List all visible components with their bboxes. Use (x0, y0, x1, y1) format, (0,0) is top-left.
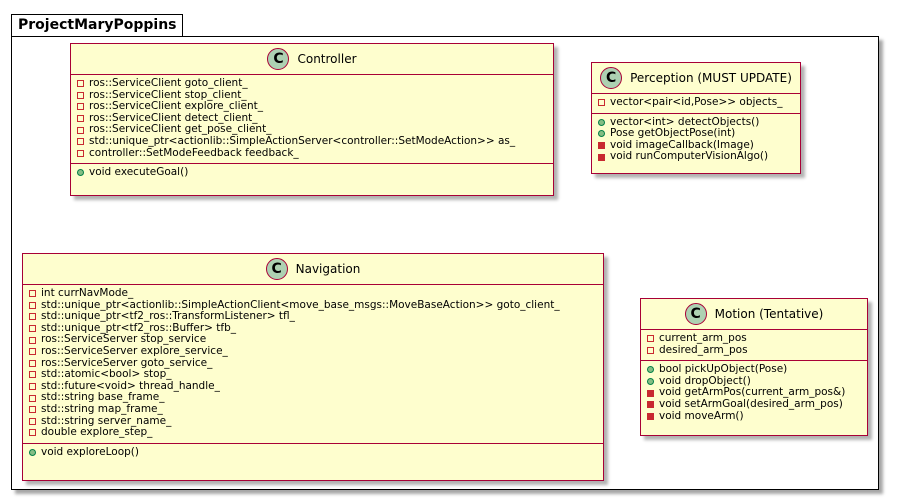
class-field: ros::ServiceClient goto_client_ (77, 77, 549, 90)
private-visibility-icon (29, 348, 36, 356)
class-field: current_arm_pos (647, 332, 863, 345)
class-methods-section: void executeGoal() (71, 163, 553, 183)
class-field: vector<pair<id,Pose>> objects_ (598, 96, 796, 109)
class-fields-section: vector<pair<id,Pose>> objects_ (592, 94, 800, 113)
field-text: std::atomic<bool> stop_ (41, 368, 172, 381)
private-visibility-icon (647, 335, 654, 343)
private-visibility-icon (29, 394, 36, 402)
private-visibility-icon (647, 346, 654, 354)
private-visibility-icon (598, 153, 605, 161)
private-visibility-icon (29, 325, 36, 333)
class-header: C Motion (Tentative) (641, 299, 867, 330)
class-name: Perception (MUST UPDATE) (630, 71, 792, 85)
field-text: current_arm_pos (659, 332, 747, 344)
class-stereotype-icon: C (267, 48, 290, 70)
class-field: int currNavMode_ (29, 287, 599, 300)
class-stereotype-icon: C (684, 303, 707, 325)
method-text: void runComputerVisionAlgo() (610, 150, 769, 163)
class-header: C Controller (71, 44, 553, 75)
field-text: std::unique_ptr<actionlib::SimpleActionS… (89, 134, 516, 147)
public-visibility-icon (77, 169, 84, 177)
private-visibility-icon (29, 371, 36, 379)
class-fields-section: current_arm_pos desired_arm_pos (641, 330, 867, 360)
class-header: C Perception (MUST UPDATE) (592, 63, 800, 94)
private-visibility-icon (29, 359, 36, 367)
private-visibility-icon (598, 99, 605, 107)
private-visibility-icon (77, 80, 84, 88)
class-method: void setArmGoal(desired_arm_pos) (647, 397, 863, 411)
public-visibility-icon (598, 118, 605, 126)
package-name: ProjectMaryPoppins (18, 17, 177, 33)
private-visibility-icon (647, 412, 654, 420)
public-visibility-icon (29, 449, 36, 457)
field-text: vector<pair<id,Pose>> objects_ (610, 96, 783, 108)
class-method: void executeGoal() (77, 167, 549, 179)
private-visibility-icon (29, 301, 36, 309)
class-method: void runComputerVisionAlgo() (598, 151, 796, 163)
package-tab: ProjectMaryPoppins (11, 14, 183, 36)
private-visibility-icon (29, 429, 36, 437)
private-visibility-icon (77, 126, 84, 134)
public-visibility-icon (647, 378, 654, 386)
class-stereotype-icon: C (265, 258, 288, 280)
private-visibility-icon (77, 91, 84, 99)
field-text: ros::ServiceClient goto_client_ (89, 77, 248, 89)
class-field: controller::SetModeFeedback feedback_ (77, 146, 549, 160)
private-visibility-icon (29, 383, 36, 391)
class-methods-section: bool pickUpObject(Pose) void dropObject()… (641, 360, 867, 426)
class-field: double explore_step_ (29, 427, 599, 439)
private-visibility-icon (29, 406, 36, 414)
method-text: void executeGoal() (89, 166, 189, 179)
class-field: std::atomic<bool> stop_ (29, 369, 599, 381)
class-perception: C Perception (MUST UPDATE) vector<pair<id,… (591, 62, 801, 174)
class-methods-section: void exploreLoop() (23, 442, 603, 463)
class-navigation: C Navigationint currNavMode_ std::unique_p… (22, 253, 604, 481)
field-text: double explore_step_ (41, 426, 153, 439)
private-visibility-icon (29, 417, 36, 425)
class-controller: C Controllerros::ServiceClient goto_clien… (70, 43, 554, 196)
public-visibility-icon (647, 366, 654, 374)
class-field: std::unique_ptr<actionlib::SimpleActionS… (77, 134, 549, 148)
field-text: controller::SetModeFeedback feedback_ (89, 146, 299, 159)
class-method: void moveArm() (647, 409, 863, 423)
private-visibility-icon (77, 149, 84, 157)
class-name: Controller (297, 52, 357, 66)
class-name: Motion (Tentative) (714, 307, 824, 321)
method-text: void exploreLoop() (41, 445, 139, 458)
class-field: ros::ServiceServer explore_service_ (29, 344, 599, 358)
method-text: void setArmGoal(desired_arm_pos) (659, 397, 843, 410)
method-text: void moveArm() (659, 409, 744, 422)
class-fields-section: ros::ServiceClient goto_client_ ros::Serv… (71, 75, 553, 163)
public-visibility-icon (598, 130, 605, 138)
field-text: ros::ServiceServer explore_service_ (41, 344, 228, 357)
private-visibility-icon (29, 336, 36, 344)
private-visibility-icon (77, 138, 84, 146)
class-fields-section: int currNavMode_ std::unique_ptr<actionli… (23, 285, 603, 443)
field-text: desired_arm_pos (659, 343, 748, 356)
private-visibility-icon (29, 313, 36, 321)
field-text: std::string map_frame_ (41, 402, 163, 415)
class-method: void exploreLoop() (29, 445, 599, 459)
private-visibility-icon (647, 401, 654, 409)
class-stereotype-icon: C (600, 67, 623, 89)
class-methods-section: vector<int> detectObjects() Pose getObjec… (592, 112, 800, 167)
private-visibility-icon (647, 389, 654, 397)
field-text: int currNavMode_ (41, 287, 134, 299)
class-field: std::string map_frame_ (29, 402, 599, 416)
class-field: desired_arm_pos (647, 343, 863, 357)
private-visibility-icon (29, 290, 36, 298)
class-header: C Navigation (23, 254, 603, 285)
private-visibility-icon (77, 103, 84, 111)
class-motion: C Motion (Tentative) current_arm_pos desire… (640, 298, 868, 436)
private-visibility-icon (77, 115, 84, 123)
private-visibility-icon (598, 142, 605, 150)
class-name: Navigation (295, 262, 361, 276)
